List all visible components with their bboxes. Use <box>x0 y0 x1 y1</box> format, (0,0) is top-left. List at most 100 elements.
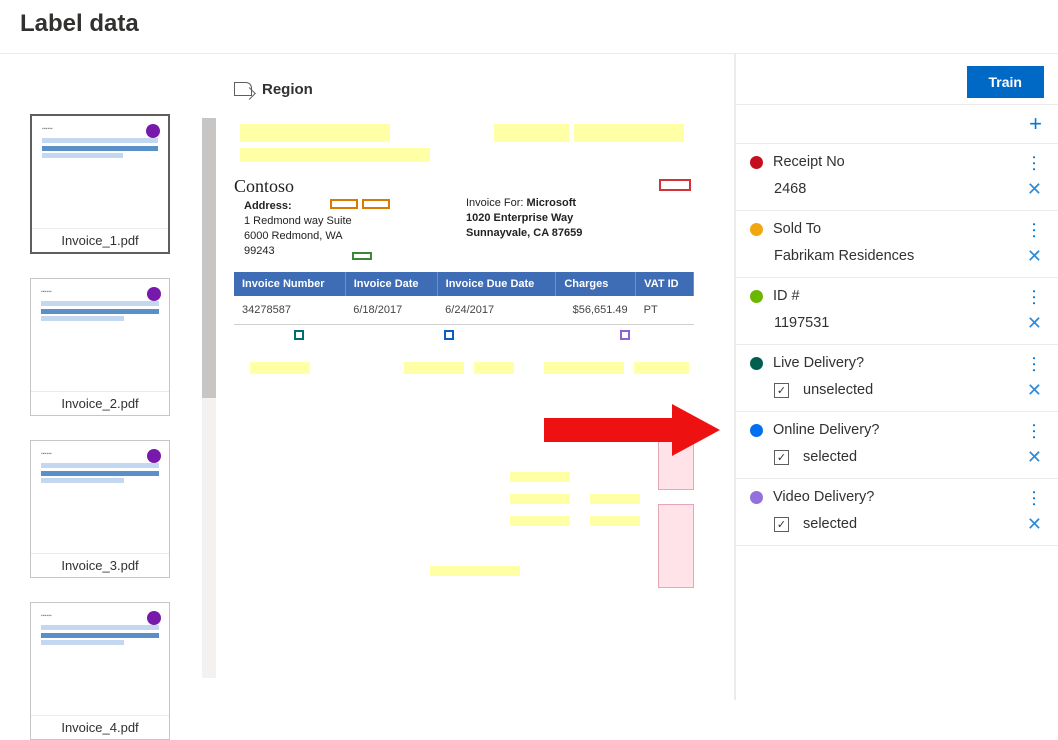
invoice-for-line: 1020 Enterprise Way <box>466 212 573 224</box>
label-item: Receipt No ⋯ 2468 ✕ <box>736 144 1058 211</box>
thumbnail-image: ▪▪▪▪▪▪ <box>31 603 169 715</box>
add-label-icon[interactable]: + <box>1029 113 1042 135</box>
label-name: Live Delivery? <box>773 355 1016 371</box>
status-dot-icon <box>147 449 161 463</box>
label-name: ID # <box>773 288 1016 304</box>
clear-icon[interactable]: ✕ <box>1027 314 1042 332</box>
col-header: VAT ID <box>636 272 694 296</box>
doc-company: Contoso <box>234 176 294 197</box>
clear-icon[interactable]: ✕ <box>1027 448 1042 466</box>
thumbnail-card[interactable]: ▪▪▪▪▪▪ Invoice_4.pdf <box>30 602 170 740</box>
label-name: Receipt No <box>773 154 1016 170</box>
label-header[interactable]: Sold To ⋯ <box>736 211 1058 243</box>
label-value: 2468 <box>774 181 1017 197</box>
cell: $56,651.49 <box>556 296 636 325</box>
thumbnail-image: ▪▪▪▪▪▪ <box>32 116 168 228</box>
label-item: Online Delivery? ⋯ ✓ selected ✕ <box>736 412 1058 479</box>
invoice-for-label: Invoice For: <box>466 197 523 209</box>
more-icon[interactable]: ⋯ <box>1027 489 1041 505</box>
page-title: Label data <box>0 0 1058 54</box>
col-header: Invoice Due Date <box>437 272 556 296</box>
col-header: Invoice Number <box>234 272 345 296</box>
thumbnail-name: Invoice_3.pdf <box>31 553 169 577</box>
scrollbar-thumb[interactable] <box>202 118 216 398</box>
col-header: Charges <box>556 272 636 296</box>
thumbnail-image: ▪▪▪▪▪▪ <box>31 441 169 553</box>
clear-icon[interactable]: ✕ <box>1027 180 1042 198</box>
checkbox-icon: ✓ <box>774 383 789 398</box>
label-value-row: ✓ selected ✕ <box>736 511 1058 545</box>
label-header[interactable]: Online Delivery? ⋯ <box>736 412 1058 444</box>
invoice-for-line: Sunnayvale, CA 87659 <box>466 227 582 239</box>
thumbnail-card[interactable]: ▪▪▪▪▪▪ Invoice_1.pdf <box>30 114 170 254</box>
label-value: 1197531 <box>774 315 1017 331</box>
thumbnail-image: ▪▪▪▪▪▪ <box>31 279 169 391</box>
color-swatch <box>750 357 763 370</box>
color-swatch <box>750 290 763 303</box>
checkbox-icon: ✓ <box>774 517 789 532</box>
document-canvas[interactable]: Region <box>220 54 736 700</box>
thumbnail-card[interactable]: ▪▪▪▪▪▪ Invoice_3.pdf <box>30 440 170 578</box>
clear-icon[interactable]: ✕ <box>1027 515 1042 533</box>
col-header: Invoice Date <box>345 272 437 296</box>
label-value: unselected <box>803 382 1017 398</box>
cell: 6/24/2017 <box>437 296 556 325</box>
label-value-row: Fabrikam Residences ✕ <box>736 243 1058 277</box>
label-header[interactable]: Receipt No ⋯ <box>736 144 1058 176</box>
clear-icon[interactable]: ✕ <box>1027 247 1042 265</box>
doc-address: Address: 1 Redmond way Suite 6000 Redmon… <box>244 199 352 258</box>
label-name: Video Delivery? <box>773 489 1016 505</box>
thumbnail-name: Invoice_4.pdf <box>31 715 169 739</box>
label-value-row: ✓ unselected ✕ <box>736 377 1058 411</box>
thumbnail-name: Invoice_2.pdf <box>31 391 169 415</box>
address-label: Address: <box>244 200 292 212</box>
label-value: selected <box>803 516 1017 532</box>
address-line: 1 Redmond way Suite <box>244 215 352 227</box>
cell: 34278587 <box>234 296 345 325</box>
label-value: selected <box>803 449 1017 465</box>
thumbnail-name: Invoice_1.pdf <box>32 228 168 252</box>
add-label-row: + <box>736 104 1058 144</box>
canvas-toolbar: Region <box>234 72 720 106</box>
label-item: Video Delivery? ⋯ ✓ selected ✕ <box>736 479 1058 546</box>
color-swatch <box>750 424 763 437</box>
label-header[interactable]: Video Delivery? ⋯ <box>736 479 1058 511</box>
more-icon[interactable]: ⋯ <box>1027 355 1041 371</box>
label-value: Fabrikam Residences <box>774 248 1017 264</box>
label-name: Online Delivery? <box>773 422 1016 438</box>
thumbnail-card[interactable]: ▪▪▪▪▪▪ Invoice_2.pdf <box>30 278 170 416</box>
label-value-row: ✓ selected ✕ <box>736 444 1058 478</box>
color-swatch <box>750 156 763 169</box>
doc-invoice-for: Invoice For: Microsoft 1020 Enterprise W… <box>466 196 582 241</box>
labels-panel: Train + Receipt No ⋯ 2468 ✕ Sold To ⋯ Fa… <box>736 54 1058 700</box>
scrollbar-track[interactable] <box>202 118 216 678</box>
label-item: Sold To ⋯ Fabrikam Residences ✕ <box>736 211 1058 278</box>
label-item: ID # ⋯ 1197531 ✕ <box>736 278 1058 345</box>
status-dot-icon <box>147 287 161 301</box>
status-dot-icon <box>146 124 160 138</box>
color-swatch <box>750 223 763 236</box>
region-label[interactable]: Region <box>262 81 313 98</box>
region-icon[interactable] <box>234 82 252 96</box>
cell: 6/18/2017 <box>345 296 437 325</box>
label-name: Sold To <box>773 221 1016 237</box>
checkbox-icon: ✓ <box>774 450 789 465</box>
clear-icon[interactable]: ✕ <box>1027 381 1042 399</box>
address-line: 6000 Redmond, WA <box>244 230 343 242</box>
document-preview[interactable]: Contoso Address: 1 Redmond way Suite 600… <box>234 124 720 644</box>
more-icon[interactable]: ⋯ <box>1027 154 1041 170</box>
more-icon[interactable]: ⋯ <box>1027 422 1041 438</box>
label-value-row: 1197531 ✕ <box>736 310 1058 344</box>
invoice-table: Invoice Number Invoice Date Invoice Due … <box>234 272 694 325</box>
label-header[interactable]: ID # ⋯ <box>736 278 1058 310</box>
invoice-for-line: Microsoft <box>527 197 577 209</box>
label-item: Live Delivery? ⋯ ✓ unselected ✕ <box>736 345 1058 412</box>
thumbnail-sidebar: ▪▪▪▪▪▪ Invoice_1.pdf ▪▪▪▪▪▪ Invoice_2.pd… <box>0 54 220 700</box>
more-icon[interactable]: ⋯ <box>1027 221 1041 237</box>
more-icon[interactable]: ⋯ <box>1027 288 1041 304</box>
status-dot-icon <box>147 611 161 625</box>
label-header[interactable]: Live Delivery? ⋯ <box>736 345 1058 377</box>
train-button[interactable]: Train <box>967 66 1044 98</box>
label-value-row: 2468 ✕ <box>736 176 1058 210</box>
color-swatch <box>750 491 763 504</box>
